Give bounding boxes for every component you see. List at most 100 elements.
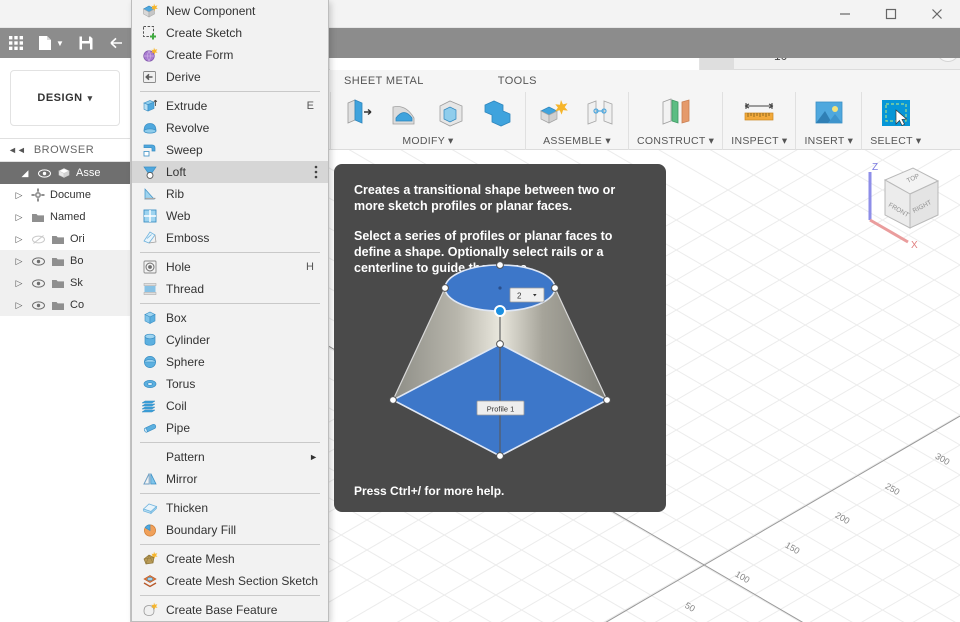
- base-feature-icon: [140, 601, 160, 619]
- tab-tools[interactable]: TOOLS: [484, 75, 551, 87]
- left-panel: DESIGN ▾ ◄◄ BROWSER ◢ Asse ▷ Docume ▷ Na…: [0, 58, 131, 622]
- box-icon: [140, 309, 160, 327]
- menu-item-label: Web: [166, 209, 191, 223]
- menu-item-new-component[interactable]: New Component: [132, 0, 328, 22]
- expand-triangle-icon[interactable]: ◢: [18, 168, 32, 179]
- menu-item-loft[interactable]: Loft: [132, 161, 328, 183]
- tab-sheet-metal[interactable]: SHEET METAL: [330, 75, 438, 87]
- menu-item-box[interactable]: Box: [132, 307, 328, 329]
- create-sketch-icon: [140, 24, 160, 42]
- create-form-icon: [140, 46, 160, 64]
- menu-item-cylinder[interactable]: Cylinder: [132, 329, 328, 351]
- expand-triangle-icon[interactable]: ▷: [12, 300, 26, 311]
- menu-item-create-mesh-section-sketch[interactable]: Create Mesh Section Sketch: [132, 570, 328, 592]
- thicken-icon: [140, 499, 160, 517]
- visibility-eye-icon[interactable]: [30, 300, 46, 311]
- folder-icon: [30, 211, 46, 223]
- menu-item-create-form[interactable]: Create Form: [132, 44, 328, 66]
- menu-item-coil[interactable]: Coil: [132, 395, 328, 417]
- menu-item-label: Extrude: [166, 99, 208, 113]
- menu-item-web[interactable]: Web: [132, 205, 328, 227]
- menu-item-overflow-icon[interactable]: [314, 165, 318, 179]
- maximize-button[interactable]: [868, 0, 914, 28]
- combine-icon[interactable]: [477, 94, 517, 132]
- menu-item-hole[interactable]: Hole H: [132, 256, 328, 278]
- joint-icon[interactable]: [580, 94, 620, 132]
- tree-row-assembly[interactable]: ◢ Asse: [0, 162, 130, 184]
- visibility-eye-icon[interactable]: [30, 256, 46, 267]
- tree-row-bodies[interactable]: ▷ Bo: [0, 250, 130, 272]
- tree-row-label: Docume: [50, 189, 91, 201]
- menu-item-label: Pipe: [166, 421, 191, 435]
- browser-header[interactable]: ◄◄ BROWSER: [0, 138, 130, 162]
- ribbon-group-label-modify: MODIFY ▾: [402, 135, 454, 147]
- press-pull-icon[interactable]: [339, 94, 379, 132]
- menu-item-mirror[interactable]: Mirror: [132, 468, 328, 490]
- menu-item-create-sketch[interactable]: Create Sketch: [132, 22, 328, 44]
- menu-item-pattern[interactable]: Pattern ►: [132, 446, 328, 468]
- close-button[interactable]: [914, 0, 960, 28]
- shell-icon[interactable]: [431, 94, 471, 132]
- menu-item-extrude[interactable]: Extrude E: [132, 95, 328, 117]
- menu-item-boundary-fill[interactable]: Boundary Fill: [132, 519, 328, 541]
- folder-icon: [50, 233, 66, 245]
- new-component-icon[interactable]: [534, 94, 574, 132]
- menu-separator: [140, 303, 320, 304]
- menu-item-derive[interactable]: Derive: [132, 66, 328, 88]
- measure-icon[interactable]: [739, 94, 779, 132]
- menu-item-sweep[interactable]: Sweep: [132, 139, 328, 161]
- workspace-label: DESIGN: [37, 92, 83, 104]
- menu-item-create-mesh[interactable]: Create Mesh: [132, 548, 328, 570]
- workspace-switcher-button[interactable]: DESIGN ▾: [10, 70, 120, 126]
- folder-icon: [50, 299, 66, 311]
- view-cube[interactable]: Z X TOP FRONT RIGHT: [856, 158, 942, 254]
- tree-row-construction[interactable]: ▷ Co: [0, 294, 130, 316]
- undo-arrow-icon[interactable]: [108, 35, 124, 51]
- expand-triangle-icon[interactable]: ▷: [12, 212, 26, 223]
- boundary-fill-icon: [140, 521, 160, 539]
- menu-item-label: Create Mesh Section Sketch: [166, 574, 319, 588]
- menu-item-thicken[interactable]: Thicken: [132, 497, 328, 519]
- menu-item-emboss[interactable]: Emboss: [132, 227, 328, 249]
- tree-row-document-settings[interactable]: ▷ Docume: [0, 184, 130, 206]
- chevron-down-icon[interactable]: ▼: [56, 39, 64, 48]
- visibility-eye-off-icon[interactable]: [30, 234, 46, 245]
- expand-triangle-icon[interactable]: ▷: [12, 190, 26, 201]
- expand-triangle-icon[interactable]: ▷: [12, 256, 26, 267]
- submenu-arrow-icon[interactable]: ►: [309, 452, 318, 462]
- visibility-eye-icon[interactable]: [30, 278, 46, 289]
- expand-triangle-icon[interactable]: ▷: [12, 234, 26, 245]
- save-icon[interactable]: [78, 35, 94, 51]
- mesh-section-sketch-icon: [140, 572, 160, 590]
- fillet-icon[interactable]: [385, 94, 425, 132]
- menu-item-revolve[interactable]: Revolve: [132, 117, 328, 139]
- menu-separator: [140, 493, 320, 494]
- collapse-icon[interactable]: ◄◄: [8, 145, 26, 155]
- tree-row-sketches[interactable]: ▷ Sk: [0, 272, 130, 294]
- menu-item-label: Sweep: [166, 143, 203, 157]
- apps-grid-icon[interactable]: [8, 35, 24, 51]
- svg-text:Z: Z: [872, 162, 878, 173]
- file-new-icon[interactable]: ▼: [38, 35, 64, 51]
- menu-item-torus[interactable]: Torus: [132, 373, 328, 395]
- menu-item-thread[interactable]: Thread: [132, 278, 328, 300]
- visibility-eye-icon[interactable]: [36, 168, 52, 179]
- menu-item-sphere[interactable]: Sphere: [132, 351, 328, 373]
- insert-image-icon[interactable]: [809, 94, 849, 132]
- minimize-button[interactable]: [822, 0, 868, 28]
- tree-row-named-views[interactable]: ▷ Named: [0, 206, 130, 228]
- menu-item-label: Derive: [166, 70, 201, 84]
- menu-item-create-base-feature[interactable]: Create Base Feature: [132, 599, 328, 621]
- new-component-icon: [140, 2, 160, 20]
- tree-row-origin[interactable]: ▷ Ori: [0, 228, 130, 250]
- menu-item-rib[interactable]: Rib: [132, 183, 328, 205]
- gear-icon: [30, 188, 46, 202]
- offset-plane-icon[interactable]: [656, 94, 696, 132]
- menu-item-label: Revolve: [166, 121, 210, 135]
- expand-triangle-icon[interactable]: ▷: [12, 278, 26, 289]
- chevron-down-icon: ▾: [87, 92, 93, 103]
- select-window-icon[interactable]: [876, 94, 916, 132]
- create-flyout-menu[interactable]: New Component Create Sketch Create Form: [131, 0, 329, 622]
- tree-row-label: Asse: [76, 167, 101, 179]
- menu-item-pipe[interactable]: Pipe: [132, 417, 328, 439]
